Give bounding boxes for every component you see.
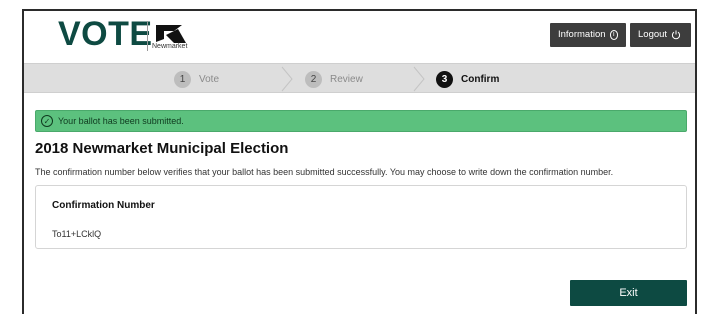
alert-message: Your ballot has been submitted. [58,116,184,126]
confirmation-card: Confirmation Number To11+LCklQ [35,185,687,249]
step-number: 3 [436,70,453,88]
step-confirm: 3 Confirm [436,69,499,89]
logo-subtext: Newmarket [152,43,188,50]
logo-divider [147,21,148,51]
app-window: VOTE Newmarket Information i Logout 1 Vo… [22,9,697,314]
confirmation-number: To11+LCklQ [52,229,102,239]
step-label: Review [330,73,363,85]
step-label: Vote [199,73,220,85]
step-label: Confirm [461,73,500,85]
logout-button[interactable]: Logout [630,23,691,47]
newmarket-logo-icon [156,25,186,43]
progress-stepper: 1 Vote 2 Review 3 Confirm [24,63,695,93]
chevron-right-icon [413,66,425,92]
step-number: 1 [174,70,191,88]
power-icon [671,30,681,40]
chevron-right-icon [281,66,293,92]
page-title: 2018 Newmarket Municipal Election [35,140,289,157]
logout-label: Logout [638,29,668,40]
page-description: The confirmation number below verifies t… [35,167,614,177]
confirmation-label: Confirmation Number [52,200,155,211]
logo-text: VOTE [58,15,153,53]
step-number: 2 [305,70,322,88]
check-circle-icon: ✓ [41,115,53,127]
header: VOTE Newmarket Information i Logout [24,11,695,61]
info-circle-icon: i [609,30,618,40]
step-vote: 1 Vote [174,69,219,89]
information-button[interactable]: Information i [550,23,626,47]
step-review: 2 Review [305,69,363,89]
success-alert: ✓ Your ballot has been submitted. [35,110,687,132]
information-label: Information [558,29,606,40]
exit-button[interactable]: Exit [570,280,687,306]
